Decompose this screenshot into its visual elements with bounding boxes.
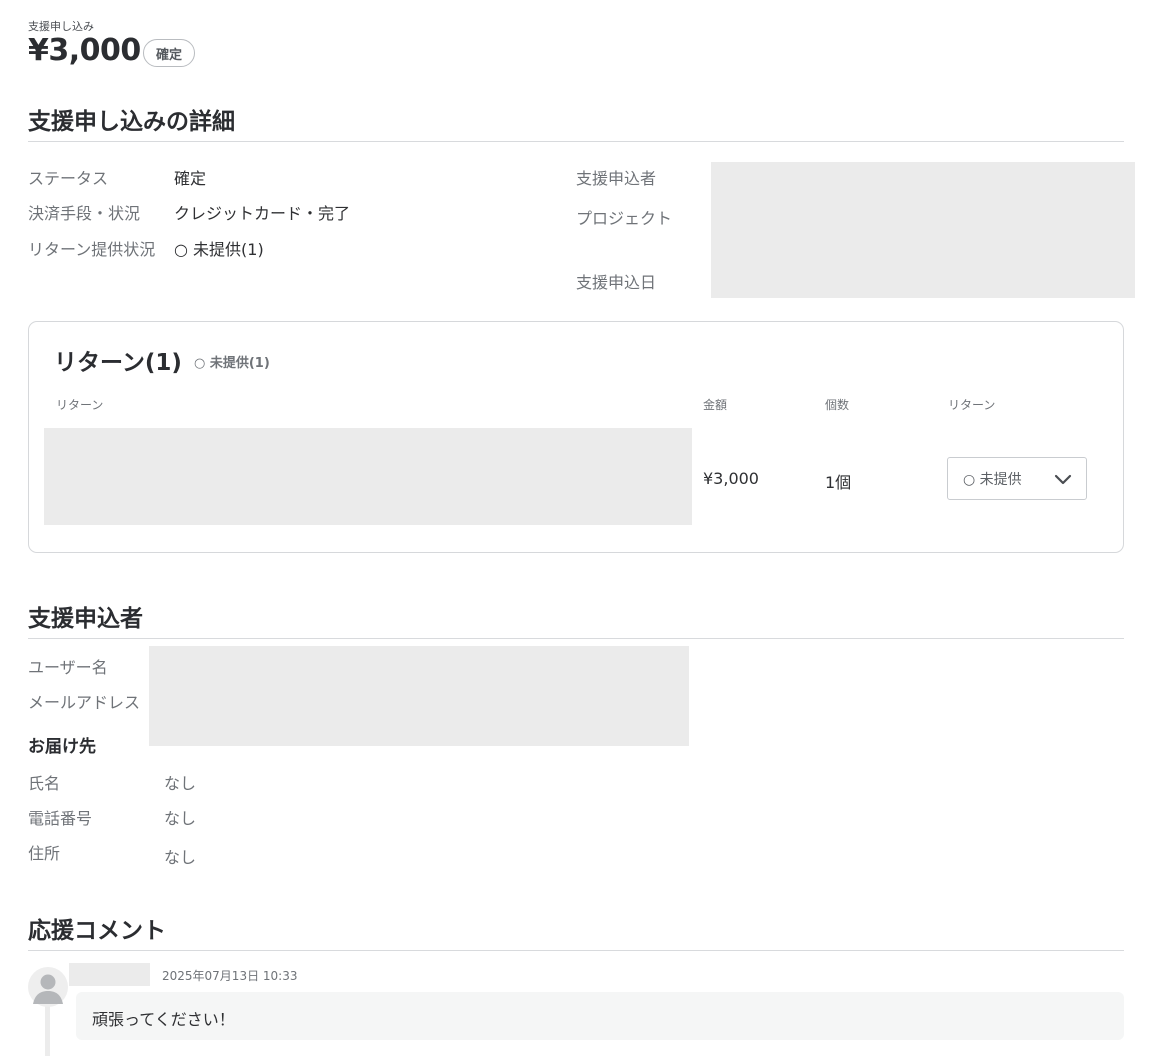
return-status-value: ○ 未提供(1) <box>174 240 264 259</box>
return-status-label: リターン提供状況 <box>28 240 156 259</box>
redacted-commenter-name <box>69 963 150 986</box>
comment-timeline-line <box>45 1005 50 1056</box>
page-label: 支援申し込み <box>28 20 94 33</box>
returns-subtitle: ○ 未提供(1) <box>194 356 270 371</box>
status-label: ステータス <box>28 169 109 188</box>
comment-text: 頑張ってください！ <box>92 1010 235 1029</box>
address-label: 住所 <box>28 844 61 863</box>
username-label: ユーザー名 <box>28 658 108 677</box>
pledge-amount: ¥3,000 <box>28 33 141 68</box>
project-label: プロジェクト <box>576 209 673 228</box>
col-header-quantity: 個数 <box>825 398 850 412</box>
phone-label: 電話番号 <box>28 809 93 828</box>
details-section-title: 支援申し込みの詳細 <box>28 109 235 135</box>
payment-value: クレジットカード・完了 <box>174 204 351 223</box>
phone-value: なし <box>164 809 197 828</box>
return-amount: ¥3,000 <box>703 469 759 488</box>
col-header-return-status: リターン <box>948 398 996 412</box>
col-header-return: リターン <box>56 398 104 412</box>
status-value: 確定 <box>174 169 207 188</box>
comments-divider <box>28 950 1124 951</box>
status-badge: 確定 <box>143 39 195 67</box>
redacted-return-item <box>44 428 692 525</box>
user-avatar-icon <box>28 967 68 1007</box>
email-label: メールアドレス <box>28 693 141 712</box>
chevron-down-icon <box>1054 474 1072 485</box>
comments-section-title: 応援コメント <box>28 918 166 944</box>
details-divider <box>28 141 1124 142</box>
return-status-select[interactable]: ○ 未提供 <box>947 457 1087 500</box>
applicant-label: 支援申込者 <box>576 169 657 188</box>
payment-label: 決済手段・状況 <box>28 204 141 223</box>
returns-title: リターン(1) <box>54 350 182 376</box>
redacted-applicant-info <box>149 646 689 746</box>
col-header-amount: 金額 <box>703 398 728 412</box>
address-value: なし <box>164 848 197 867</box>
return-status-select-value: ○ 未提供 <box>963 471 1022 488</box>
comment-timestamp: 2025年07月13日 10:33 <box>162 969 298 983</box>
pledge-date-label: 支援申込日 <box>576 273 657 292</box>
return-quantity: 1個 <box>825 473 852 492</box>
name-value: なし <box>164 774 197 793</box>
applicant-section-title: 支援申込者 <box>28 606 143 632</box>
name-label: 氏名 <box>28 774 61 793</box>
delivery-title: お届け先 <box>28 737 96 757</box>
comment-bubble: 頑張ってください！ <box>76 992 1124 1040</box>
redacted-details-block <box>711 162 1135 298</box>
applicant-divider <box>28 638 1124 639</box>
